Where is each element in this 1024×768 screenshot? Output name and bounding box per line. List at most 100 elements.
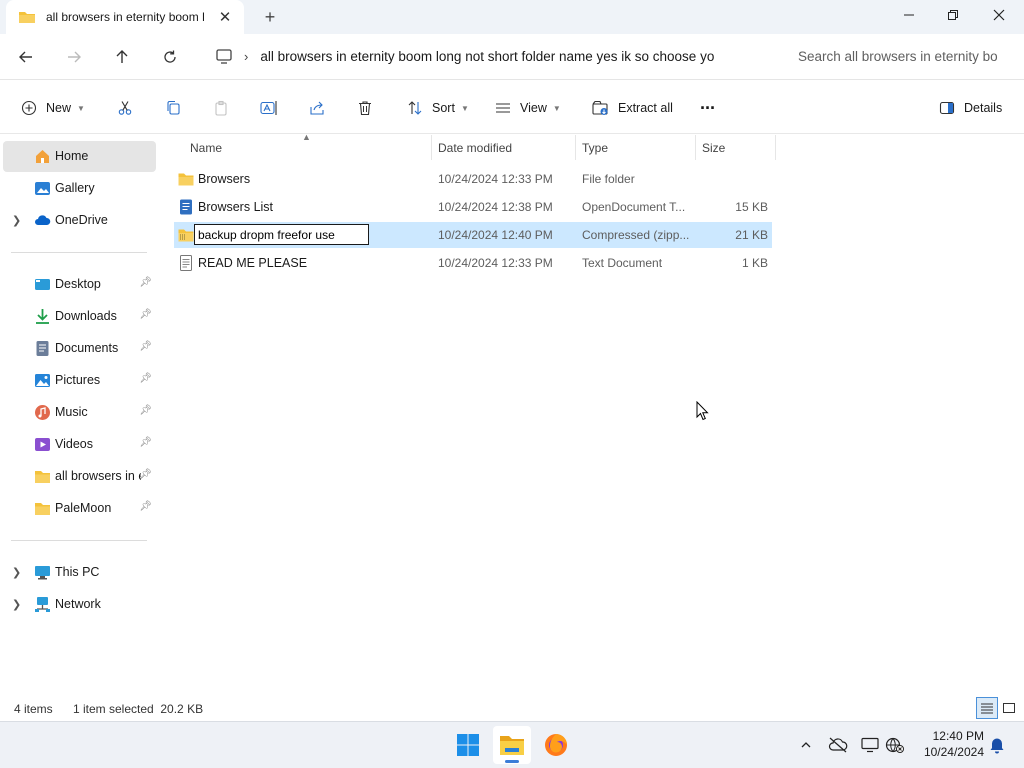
windows-logo-icon [457,734,479,756]
chevron-right-icon[interactable]: ❯ [12,598,21,611]
cut-button[interactable] [116,94,134,122]
new-tab-button[interactable]: + [258,6,282,28]
selection-info: 1 item selected 20.2 KB [73,702,204,716]
sidebar-item-this-pc[interactable]: ❯ This PC [3,557,156,588]
search-box[interactable] [786,40,1024,72]
restore-button[interactable] [930,0,976,30]
sidebar-item-label: Gallery [55,181,95,195]
sidebar-item-downloads[interactable]: Downloads 📌︎ [3,301,156,332]
column-name-label: Name [190,140,223,155]
refresh-icon [164,50,176,63]
file-type: OpenDocument T... [582,200,686,214]
sidebar-item-label: Pictures [55,373,101,387]
music-icon [35,405,50,420]
minimize-button[interactable] [886,0,932,30]
thumbnail-view-button[interactable] [998,697,1020,719]
sidebar-item-music[interactable]: Music 📌︎ [3,397,156,428]
forward-button[interactable] [58,42,90,72]
chevron-right-icon[interactable]: › [244,49,248,64]
sidebar-item-label: Desktop [55,277,101,291]
notifications-button[interactable] [986,734,1008,756]
share-button[interactable] [308,94,326,122]
onedrive-tray-button[interactable] [827,734,849,756]
file-row-readme[interactable]: READ ME PLEASE 10/24/2024 12:33 PM Text … [174,250,772,276]
monitor-icon [861,737,879,753]
pin-icon: 📌︎ [139,341,152,352]
sidebar-item-documents[interactable]: Documents 📌︎ [3,333,156,364]
file-row-browsers[interactable]: Browsers 10/24/2024 12:33 PM File folder [174,166,772,192]
file-date: 10/24/2024 12:38 PM [438,200,553,214]
taskbar-clock[interactable]: 12:40 PM 10/24/2024 [914,728,984,760]
close-icon [993,9,1005,21]
tab-current-folder[interactable]: all browsers in eternity boom l ✕ [6,0,244,34]
file-row-browsers-list[interactable]: Browsers List 10/24/2024 12:38 PM OpenDo… [174,194,772,220]
chevron-down-icon: ▼ [552,103,561,113]
home-icon [36,150,49,163]
column-header-date[interactable]: Date modified [432,135,576,160]
folder-icon [19,12,35,23]
folder-icon [178,173,194,186]
rename-button[interactable] [260,94,278,122]
chevron-right-icon[interactable]: ❯ [12,566,21,579]
folder-icon [35,471,50,483]
chevron-down-icon: ▼ [460,103,469,113]
close-tab-button[interactable]: ✕ [216,8,234,26]
sidebar-item-home[interactable]: Home [3,141,156,172]
command-bar: New ▼ Sort ▼ View ▼ Extract all ··· Deta… [0,80,1024,134]
text-file-icon [180,255,192,271]
view-button[interactable]: View ▼ [494,94,561,122]
file-size: 21 KB [735,228,768,242]
copy-button[interactable] [164,94,182,122]
column-header-type[interactable]: Type [576,135,696,160]
network-tray-button[interactable] [884,734,906,756]
new-button[interactable]: New ▼ [20,94,85,122]
start-button[interactable] [449,726,487,764]
rename-input[interactable] [194,224,369,245]
address-path[interactable]: all browsers in eternity boom long not s… [260,49,740,64]
close-window-button[interactable] [976,0,1022,30]
pin-icon: 📌︎ [139,469,152,480]
file-row-backup-zip[interactable]: 10/24/2024 12:40 PM Compressed (zipp... … [174,222,772,248]
sidebar-item-network[interactable]: ❯ Network [3,589,156,620]
minimize-icon [904,14,914,16]
cloud-off-icon [828,737,848,753]
sidebar-item-onedrive[interactable]: ❯ OneDrive [3,205,156,236]
column-header-size[interactable]: Size [696,135,776,160]
file-date: 10/24/2024 12:33 PM [438,256,553,270]
search-input[interactable] [798,48,1018,64]
sidebar-item-label: Home [55,149,89,163]
new-label: New [46,101,72,115]
show-hidden-icons-button[interactable] [795,734,817,756]
divider [11,540,147,541]
sidebar-item-videos[interactable]: Videos 📌︎ [3,429,156,460]
scissors-icon [116,99,134,117]
back-button[interactable] [10,42,42,72]
sidebar-item-desktop[interactable]: Desktop 📌︎ [3,269,156,300]
refresh-button[interactable] [154,42,186,72]
plus-circle-icon [20,99,38,117]
delete-button[interactable] [356,94,374,122]
sidebar-item-gallery[interactable]: Gallery [3,173,156,204]
file-type: Compressed (zipp... [582,228,690,242]
taskbar-file-explorer[interactable] [493,726,531,764]
details-button[interactable]: Details [938,94,1002,122]
sidebar-item-pictures[interactable]: Pictures 📌︎ [3,365,156,396]
paste-button[interactable] [212,94,230,122]
desktop-icon [35,279,50,290]
pin-icon: 📌︎ [139,373,152,384]
column-header-name[interactable]: Name [184,135,432,160]
sidebar-item-current-folder[interactable]: all browsers in eternity boom long not s… [3,461,156,492]
extract-all-button[interactable]: Extract all [592,94,673,122]
taskbar-firefox[interactable] [537,726,575,764]
details-view-button[interactable] [976,697,998,719]
more-options-button[interactable]: ··· [700,94,716,122]
sort-button[interactable]: Sort ▼ [406,94,469,122]
clock-time: 12:40 PM [932,729,984,743]
pin-icon: 📌︎ [139,309,152,320]
view-lines-icon [494,99,512,117]
chevron-right-icon[interactable]: ❯ [12,214,21,227]
sidebar-item-palemoon[interactable]: PaleMoon 📌︎ [3,493,156,524]
address-bar[interactable]: › all browsers in eternity boom long not… [206,40,772,72]
up-button[interactable] [106,42,138,72]
display-tray-button[interactable] [859,734,881,756]
